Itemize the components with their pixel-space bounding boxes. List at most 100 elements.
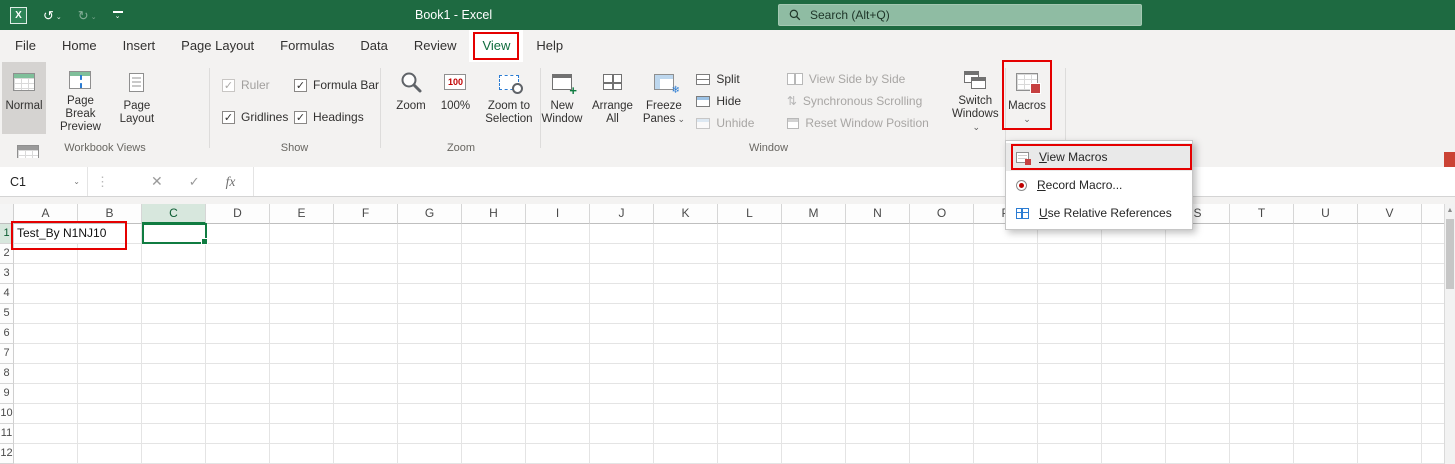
formula-input[interactable] (253, 167, 1455, 196)
cell-L2[interactable] (718, 244, 782, 264)
tab-view[interactable]: View (469, 30, 523, 62)
cell-G10[interactable] (398, 404, 462, 424)
cell-D10[interactable] (206, 404, 270, 424)
cell-H10[interactable] (462, 404, 526, 424)
cell-T2[interactable] (1230, 244, 1294, 264)
cell-F12[interactable] (334, 444, 398, 464)
cell-R5[interactable] (1102, 304, 1166, 324)
cell-H11[interactable] (462, 424, 526, 444)
cell-L9[interactable] (718, 384, 782, 404)
customize-quick-access-toolbar-button[interactable]: ⌄ (113, 11, 123, 20)
cell-L5[interactable] (718, 304, 782, 324)
cell-C3[interactable] (142, 264, 206, 284)
cell-L3[interactable] (718, 264, 782, 284)
cell-J5[interactable] (590, 304, 654, 324)
cell-T9[interactable] (1230, 384, 1294, 404)
cell-D9[interactable] (206, 384, 270, 404)
cell-K9[interactable] (654, 384, 718, 404)
search-box[interactable]: Search (Alt+Q) (778, 4, 1142, 26)
cell-A3[interactable] (14, 264, 78, 284)
cell-M9[interactable] (782, 384, 846, 404)
cell-T6[interactable] (1230, 324, 1294, 344)
cell-S6[interactable] (1166, 324, 1230, 344)
cell-O11[interactable] (910, 424, 974, 444)
cell-U1[interactable] (1294, 224, 1358, 244)
cell-H9[interactable] (462, 384, 526, 404)
cell-T5[interactable] (1230, 304, 1294, 324)
cell-P6[interactable] (974, 324, 1038, 344)
menu-item-use-relative-references[interactable]: Use Relative References (1006, 199, 1192, 227)
row-header-7[interactable]: 7 (0, 344, 14, 364)
cell-O6[interactable] (910, 324, 974, 344)
cell-M2[interactable] (782, 244, 846, 264)
cell-A12[interactable] (14, 444, 78, 464)
cell-C9[interactable] (142, 384, 206, 404)
cell-D12[interactable] (206, 444, 270, 464)
cell-V4[interactable] (1358, 284, 1422, 304)
cell-E2[interactable] (270, 244, 334, 264)
cell-F11[interactable] (334, 424, 398, 444)
row-header-8[interactable]: 8 (0, 364, 14, 384)
cell-E8[interactable] (270, 364, 334, 384)
cell-H1[interactable] (462, 224, 526, 244)
cell-H7[interactable] (462, 344, 526, 364)
cell-O12[interactable] (910, 444, 974, 464)
cell-I1[interactable] (526, 224, 590, 244)
cell-I9[interactable] (526, 384, 590, 404)
cell-G9[interactable] (398, 384, 462, 404)
cell-F2[interactable] (334, 244, 398, 264)
cell-S2[interactable] (1166, 244, 1230, 264)
menu-item-view-macros[interactable]: View Macros (1006, 143, 1192, 171)
cell-A11[interactable] (14, 424, 78, 444)
scroll-up-button[interactable]: ▲ (1445, 204, 1455, 217)
cell-J4[interactable] (590, 284, 654, 304)
cell-T1[interactable] (1230, 224, 1294, 244)
cell-B2[interactable] (78, 244, 142, 264)
cell-E5[interactable] (270, 304, 334, 324)
cell-Q12[interactable] (1038, 444, 1102, 464)
column-header-I[interactable]: I (526, 204, 590, 224)
cell-H2[interactable] (462, 244, 526, 264)
cell-S5[interactable] (1166, 304, 1230, 324)
cell-M1[interactable] (782, 224, 846, 244)
cell-E9[interactable] (270, 384, 334, 404)
select-all-corner[interactable] (0, 204, 14, 224)
cell-U2[interactable] (1294, 244, 1358, 264)
cell-A6[interactable] (14, 324, 78, 344)
column-header-N[interactable]: N (846, 204, 910, 224)
cell-D3[interactable] (206, 264, 270, 284)
tab-file[interactable]: File (2, 30, 49, 62)
hide-button[interactable]: Hide (692, 90, 756, 112)
cell-C10[interactable] (142, 404, 206, 424)
tab-home[interactable]: Home (49, 30, 110, 62)
cell-Q2[interactable] (1038, 244, 1102, 264)
cell-G4[interactable] (398, 284, 462, 304)
split-button[interactable]: Split (692, 68, 756, 90)
cell-O10[interactable] (910, 404, 974, 424)
cell-D7[interactable] (206, 344, 270, 364)
cell-K6[interactable] (654, 324, 718, 344)
cell-G6[interactable] (398, 324, 462, 344)
cell-M3[interactable] (782, 264, 846, 284)
cell-O8[interactable] (910, 364, 974, 384)
cell-B8[interactable] (78, 364, 142, 384)
column-header-E[interactable]: E (270, 204, 334, 224)
cell-L10[interactable] (718, 404, 782, 424)
cell-D11[interactable] (206, 424, 270, 444)
cell-V8[interactable] (1358, 364, 1422, 384)
cell-U11[interactable] (1294, 424, 1358, 444)
cell-F7[interactable] (334, 344, 398, 364)
cell-S9[interactable] (1166, 384, 1230, 404)
cell-Q4[interactable] (1038, 284, 1102, 304)
cell-F6[interactable] (334, 324, 398, 344)
cell-P12[interactable] (974, 444, 1038, 464)
column-header-U[interactable]: U (1294, 204, 1358, 224)
cell-Q7[interactable] (1038, 344, 1102, 364)
cell-S11[interactable] (1166, 424, 1230, 444)
cell-S4[interactable] (1166, 284, 1230, 304)
cell-J11[interactable] (590, 424, 654, 444)
cell-P10[interactable] (974, 404, 1038, 424)
cell-K5[interactable] (654, 304, 718, 324)
cell-G1[interactable] (398, 224, 462, 244)
cell-P4[interactable] (974, 284, 1038, 304)
